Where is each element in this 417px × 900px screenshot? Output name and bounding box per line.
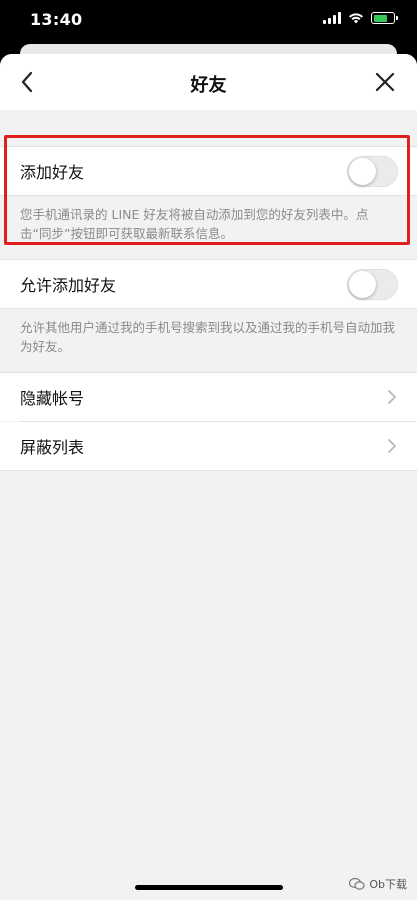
toggle-knob [349, 270, 376, 298]
allow-add-friends-row: 允许添加好友 [0, 260, 417, 308]
hidden-accounts-row[interactable]: 隐藏帐号 [0, 373, 417, 421]
allow-add-friends-label: 允许添加好友 [20, 276, 117, 295]
wechat-icon [349, 877, 365, 890]
page-title: 好友 [190, 75, 227, 96]
watermark: Ob下载 [349, 876, 407, 892]
home-indicator [135, 885, 283, 890]
friends-settings-sheet: 好友 添加好友 您手机通讯录的 LINE 好友将被自动添加到您的好友列表中。点击… [0, 54, 417, 900]
header: 好友 [0, 54, 417, 110]
add-friends-row: 添加好友 [0, 147, 417, 195]
allow-add-friends-toggle[interactable] [347, 268, 398, 300]
blocked-list-label: 屏蔽列表 [20, 438, 85, 457]
wifi-icon [349, 13, 363, 24]
chevron-right-icon [388, 390, 396, 404]
add-friends-label: 添加好友 [20, 163, 85, 182]
divider [0, 470, 417, 471]
allow-add-friends-description: 允许其他用户通过我的手机号搜索到我以及通过我的手机号自动加我为好友。 [20, 320, 396, 354]
status-time: 13:40 [30, 10, 83, 29]
hidden-accounts-label: 隐藏帐号 [20, 389, 85, 408]
cellular-signal-icon [323, 12, 341, 24]
add-friends-toggle[interactable] [347, 155, 398, 187]
toggle-knob [349, 157, 376, 185]
chevron-right-icon [388, 439, 396, 453]
add-friends-description: 您手机通讯录的 LINE 好友将被自动添加到您的好友列表中。点击“同步”按钮即可… [20, 207, 369, 241]
battery-icon [371, 12, 398, 24]
watermark-text: Ob下载 [369, 878, 407, 891]
blocked-list-row[interactable]: 屏蔽列表 [0, 422, 417, 470]
close-icon[interactable] [371, 68, 399, 96]
status-icons [323, 12, 398, 24]
status-bar: 13:40 [0, 0, 417, 44]
